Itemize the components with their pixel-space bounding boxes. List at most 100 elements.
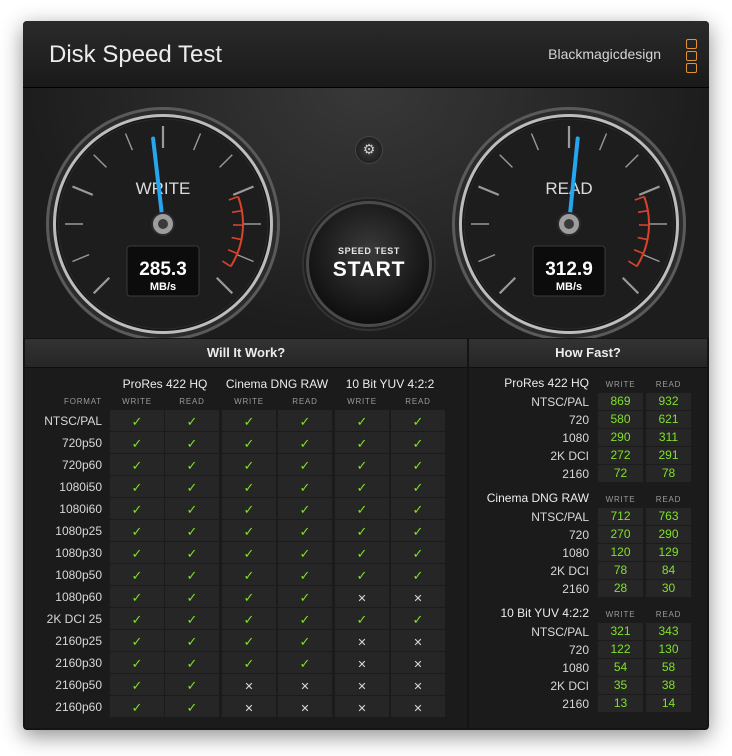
result-cell: ✓ bbox=[165, 630, 219, 651]
how-fast-read-value: 84 bbox=[646, 562, 691, 579]
result-cell: ✓ bbox=[110, 520, 164, 541]
result-cell: ✓ bbox=[222, 608, 276, 629]
how-fast-row-label: 720 bbox=[568, 413, 589, 427]
result-cell: ✓ bbox=[165, 498, 219, 519]
how-fast-read-value: 621 bbox=[646, 411, 691, 428]
result-cell: ✓ bbox=[165, 542, 219, 563]
result-cell: ✕ bbox=[391, 674, 445, 695]
check-icon: ✓ bbox=[186, 481, 198, 496]
result-cell: ✓ bbox=[391, 542, 445, 563]
how-fast-read-value: 763 bbox=[646, 508, 691, 525]
result-cell: ✓ bbox=[110, 542, 164, 563]
result-cell: ✓ bbox=[110, 432, 164, 453]
check-icon: ✓ bbox=[131, 569, 143, 584]
check-icon: ✓ bbox=[131, 591, 143, 606]
cross-icon: ✕ bbox=[244, 702, 254, 715]
brand-logo-icon bbox=[686, 39, 698, 75]
check-icon: ✓ bbox=[243, 437, 255, 452]
result-sub-header: WRITE bbox=[122, 397, 152, 406]
check-icon: ✓ bbox=[186, 437, 198, 452]
cross-icon: ✕ bbox=[413, 592, 423, 605]
how-fast-panel: How Fast? ProRes 422 HQ WRITE READ NTSC/PAL… bbox=[469, 339, 707, 728]
check-icon: ✓ bbox=[243, 591, 255, 606]
result-cell: ✓ bbox=[110, 498, 164, 519]
result-cell: ✓ bbox=[165, 608, 219, 629]
gauge-unit: MB/s bbox=[556, 281, 582, 293]
format-row-label: 1080p60 bbox=[55, 590, 102, 604]
result-cell: ✓ bbox=[278, 410, 332, 431]
check-icon: ✓ bbox=[299, 459, 311, 474]
start-button[interactable]: SPEED TEST START bbox=[306, 201, 432, 327]
check-icon: ✓ bbox=[131, 459, 143, 474]
result-sub-header: WRITE bbox=[234, 397, 264, 406]
gauge-value: 285.3 bbox=[139, 259, 187, 280]
check-icon: ✓ bbox=[243, 415, 255, 430]
format-row-label: 2160p25 bbox=[55, 634, 102, 648]
check-icon: ✓ bbox=[412, 437, 424, 452]
result-cell: ✓ bbox=[165, 674, 219, 695]
cross-icon: ✕ bbox=[357, 680, 367, 693]
check-icon: ✓ bbox=[131, 481, 143, 496]
result-cell: ✓ bbox=[110, 652, 164, 673]
gauge-title: WRITE bbox=[136, 179, 191, 198]
check-icon: ✓ bbox=[243, 459, 255, 474]
check-icon: ✓ bbox=[186, 503, 198, 518]
how-fast-sub-header: WRITE bbox=[605, 380, 636, 389]
how-fast-write-value: 120 bbox=[598, 544, 643, 561]
result-cell: ✓ bbox=[278, 454, 332, 475]
check-icon: ✓ bbox=[186, 415, 198, 430]
how-fast-sub-header: WRITE bbox=[605, 495, 636, 504]
result-cell: ✓ bbox=[222, 498, 276, 519]
result-cell: ✓ bbox=[278, 564, 332, 585]
result-cell: ✕ bbox=[335, 652, 389, 673]
settings-button[interactable]: ⚙ bbox=[355, 136, 383, 164]
result-cell: ✓ bbox=[222, 476, 276, 497]
cross-icon: ✕ bbox=[244, 680, 254, 693]
result-cell: ✓ bbox=[391, 564, 445, 585]
check-icon: ✓ bbox=[412, 459, 424, 474]
check-icon: ✓ bbox=[412, 525, 424, 540]
result-cell: ✓ bbox=[110, 586, 164, 607]
format-row-label: 1080p50 bbox=[55, 568, 102, 582]
check-icon: ✓ bbox=[186, 569, 198, 584]
write-gauge: WRITE 285.3MB/s bbox=[46, 107, 280, 338]
how-fast-read-value: 932 bbox=[646, 393, 691, 410]
result-cell: ✓ bbox=[391, 608, 445, 629]
how-fast-sub-header: WRITE bbox=[605, 610, 636, 619]
check-icon: ✓ bbox=[131, 613, 143, 628]
format-row-label: 720p60 bbox=[61, 458, 102, 472]
check-icon: ✓ bbox=[243, 547, 255, 562]
how-fast-write-value: 270 bbox=[598, 526, 643, 543]
check-icon: ✓ bbox=[299, 481, 311, 496]
format-row-label: 2160p50 bbox=[55, 678, 102, 692]
how-fast-sub-header: READ bbox=[655, 380, 682, 389]
how-fast-row-label: NTSC/PAL bbox=[531, 625, 589, 639]
gauge-title: READ bbox=[545, 179, 592, 198]
check-icon: ✓ bbox=[186, 657, 198, 672]
how-fast-row-label: 2160 bbox=[562, 467, 589, 481]
result-cell: ✓ bbox=[165, 586, 219, 607]
check-icon: ✓ bbox=[299, 415, 311, 430]
will-it-work-panel: Will It Work? ProRes 422 HQ Cinema DNG RA… bbox=[25, 339, 467, 728]
result-cell: ✕ bbox=[335, 696, 389, 717]
how-fast-write-value: 321 bbox=[598, 623, 643, 640]
gauge-unit: MB/s bbox=[150, 281, 176, 293]
result-cell: ✓ bbox=[335, 454, 389, 475]
result-cell: ✕ bbox=[335, 674, 389, 695]
result-cell: ✓ bbox=[391, 476, 445, 497]
check-icon: ✓ bbox=[356, 569, 368, 584]
result-cell: ✓ bbox=[335, 564, 389, 585]
check-icon: ✓ bbox=[299, 525, 311, 540]
cross-icon: ✕ bbox=[357, 702, 367, 715]
result-cell: ✓ bbox=[222, 630, 276, 651]
how-fast-read-value: 14 bbox=[646, 695, 691, 712]
cross-icon: ✕ bbox=[357, 592, 367, 605]
result-cell: ✓ bbox=[222, 564, 276, 585]
check-icon: ✓ bbox=[412, 613, 424, 628]
how-fast-sub-header: READ bbox=[655, 610, 682, 619]
result-cell: ✕ bbox=[278, 674, 332, 695]
result-cell: ✓ bbox=[222, 542, 276, 563]
how-fast-write-value: 122 bbox=[598, 641, 643, 658]
check-icon: ✓ bbox=[356, 481, 368, 496]
brand-name: Blackmagicdesign bbox=[548, 46, 661, 62]
